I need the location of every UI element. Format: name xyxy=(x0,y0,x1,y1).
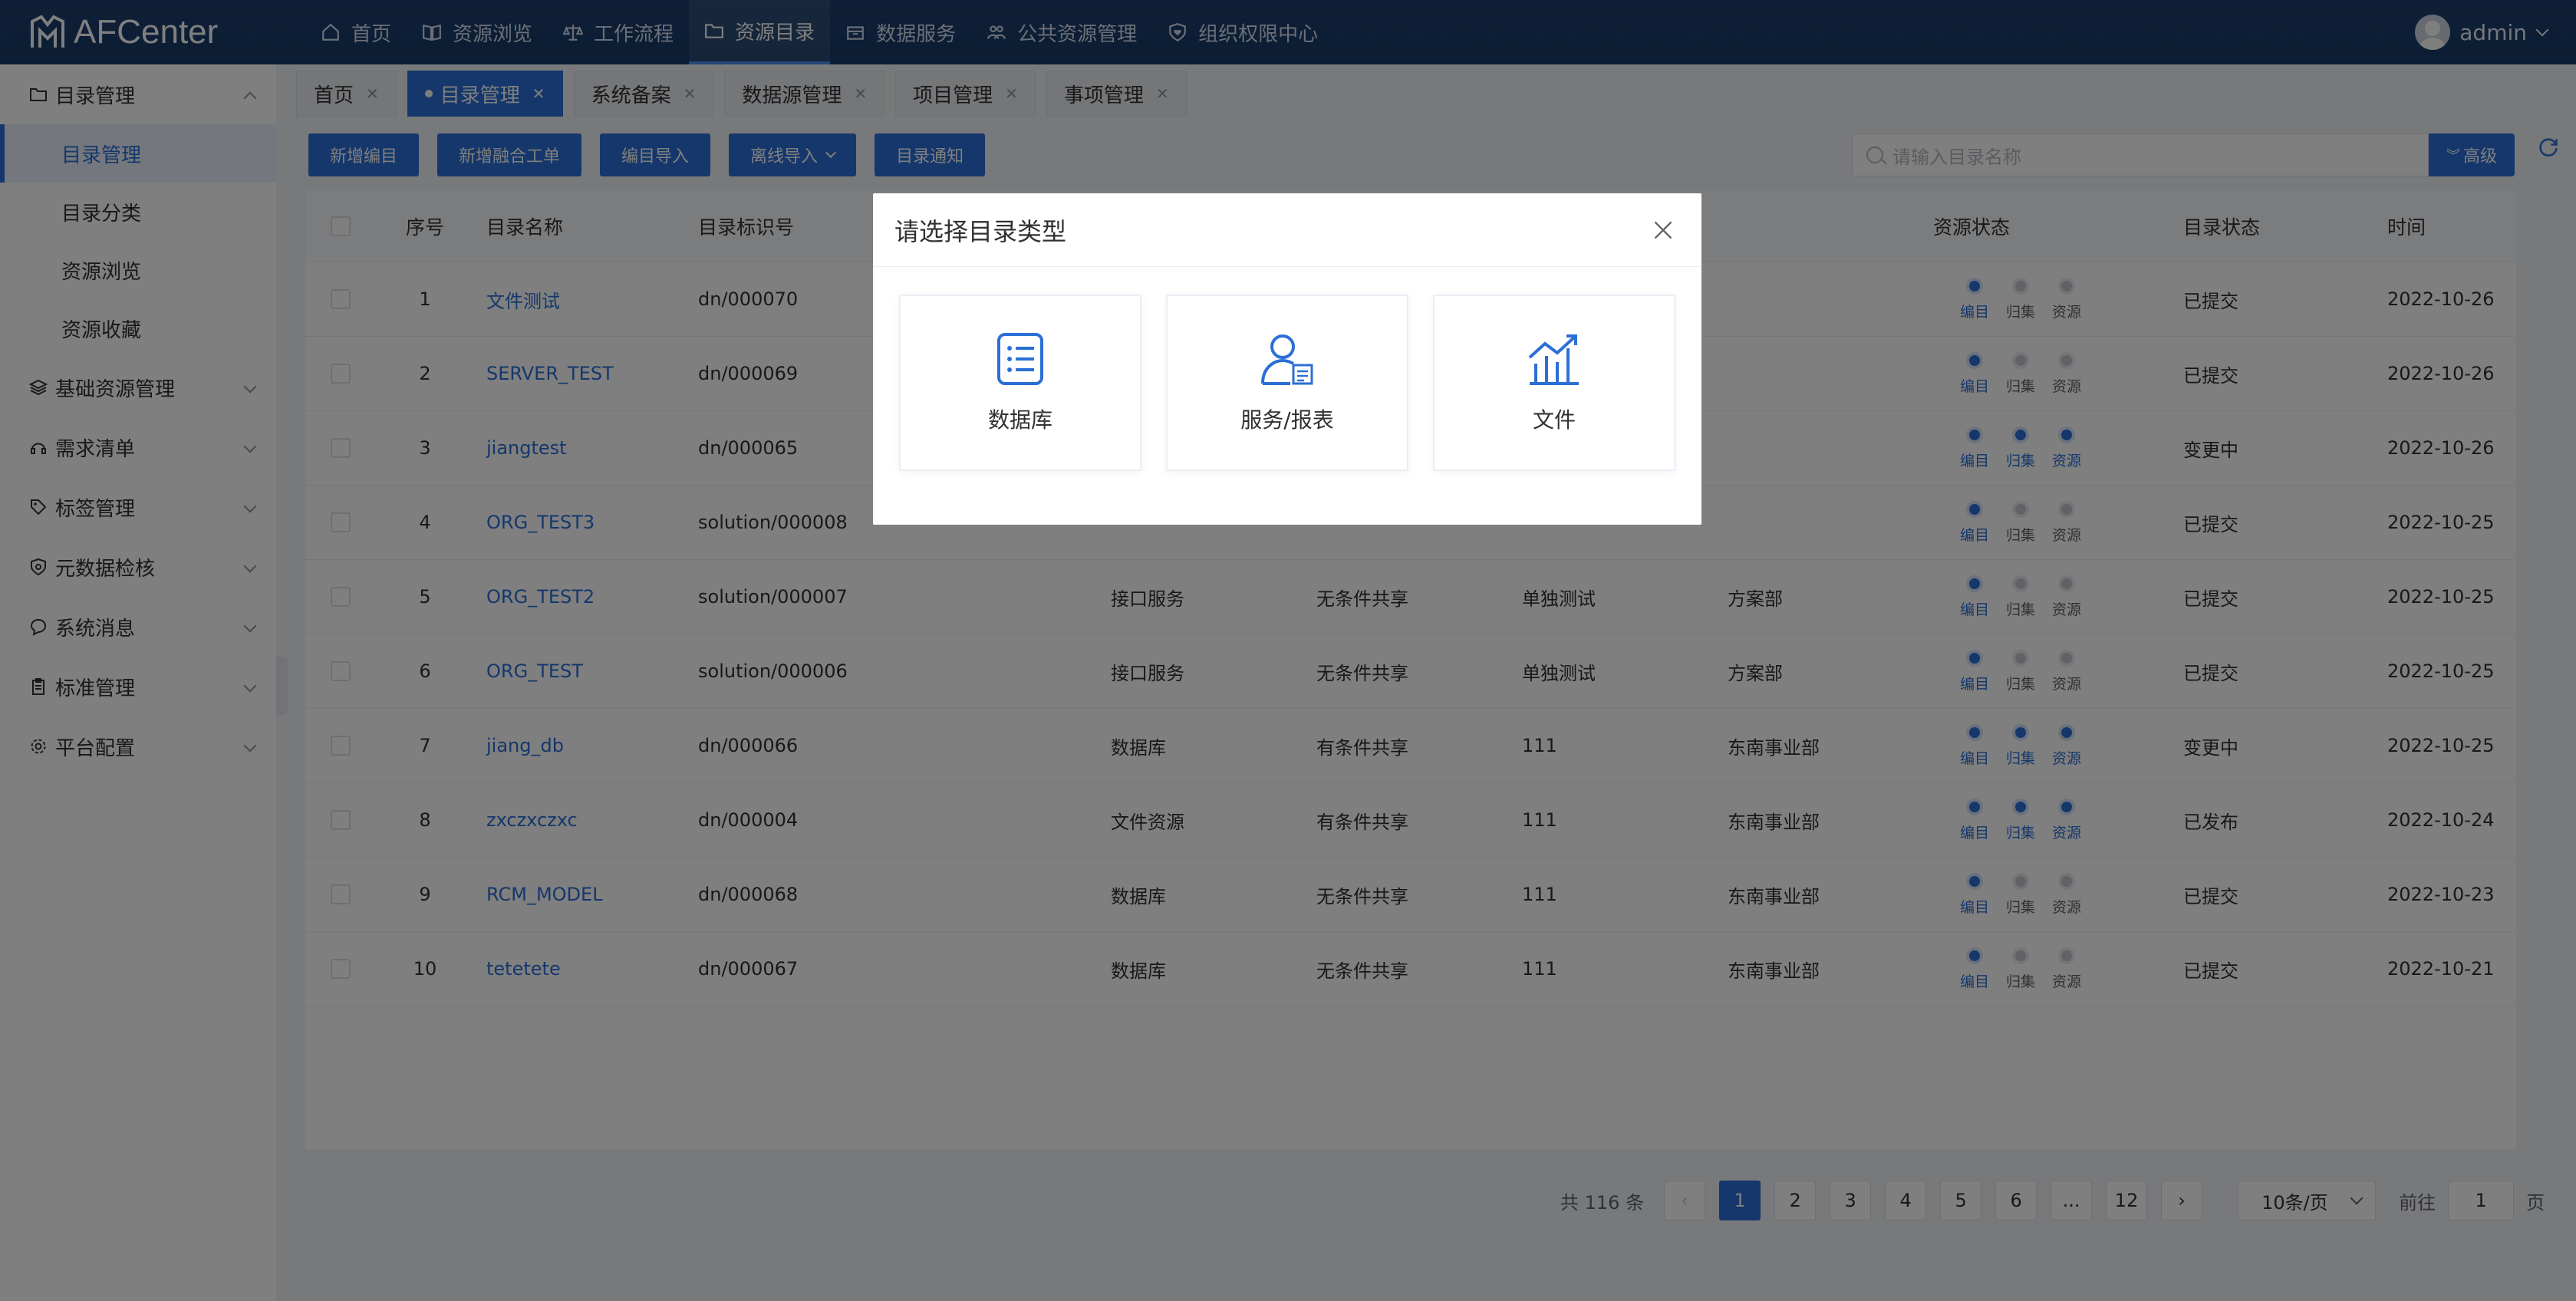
option-service-report[interactable]: 服务/报表 xyxy=(1166,295,1408,471)
catalog-type-dialog: 请选择目录类型 数据库 服务/报表 文件 xyxy=(873,193,1701,525)
option-label: 服务/报表 xyxy=(1240,407,1334,433)
option-label: 文件 xyxy=(1532,407,1576,433)
option-label: 数据库 xyxy=(987,407,1052,433)
dialog-header: 请选择目录类型 xyxy=(873,193,1701,267)
list-icon xyxy=(997,333,1043,385)
close-icon[interactable] xyxy=(1652,219,1674,241)
option-file[interactable]: 文件 xyxy=(1433,295,1675,471)
catalog-type-options: 数据库 服务/报表 文件 xyxy=(873,267,1701,471)
option-database[interactable]: 数据库 xyxy=(899,295,1141,471)
chart-trend-icon xyxy=(1528,334,1579,385)
dialog-title: 请选择目录类型 xyxy=(894,216,1067,246)
user-report-icon xyxy=(1261,334,1313,385)
